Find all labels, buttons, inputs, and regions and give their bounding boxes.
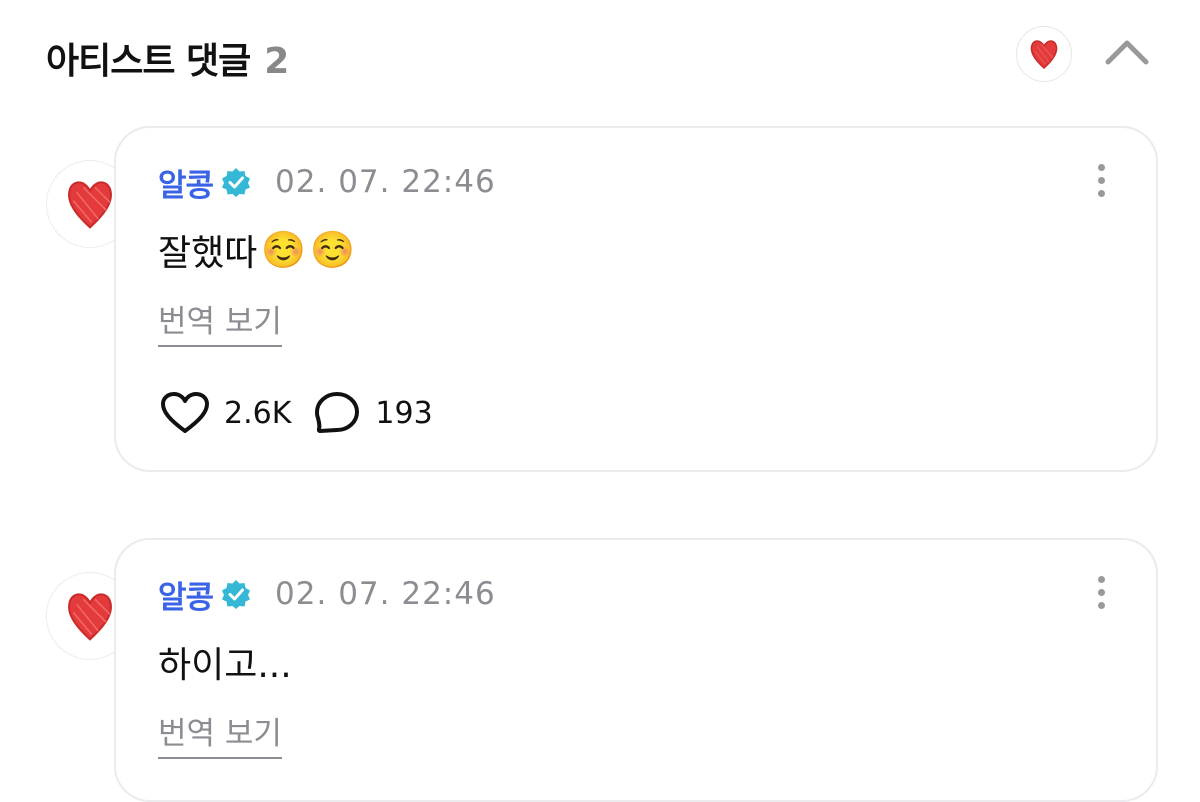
comment-meta: 알콩 02. 07. 22:46: [158, 160, 496, 205]
heart-avatar-icon: [68, 593, 112, 641]
artist-avatar-button[interactable]: [1016, 26, 1072, 82]
heart-avatar-icon: [1030, 40, 1058, 70]
verified-badge-icon: [222, 580, 251, 609]
reply-button[interactable]: 193: [315, 391, 433, 435]
section-title: 아티스트 댓글 2: [46, 32, 289, 84]
artist-comments-header: 아티스트 댓글 2: [46, 26, 1156, 86]
like-button[interactable]: 2.6K: [160, 391, 291, 435]
comment-card: 알콩 02. 07. 22:46 잘했따 ☺️ ☺️ 번역 보기 2.6K 19…: [114, 126, 1158, 472]
author-name[interactable]: 알콩: [158, 572, 214, 617]
translate-link[interactable]: 번역 보기: [158, 296, 282, 347]
comment-timestamp: 02. 07. 22:46: [275, 576, 496, 612]
smiling-emoji: ☺️: [310, 230, 356, 271]
comment-card: 알콩 02. 07. 22:46 하이고... 번역 보기: [114, 538, 1158, 802]
reply-count: 193: [375, 395, 433, 431]
author-name[interactable]: 알콩: [158, 160, 214, 205]
comment-meta: 알콩 02. 07. 22:46: [158, 572, 496, 617]
more-options-button[interactable]: [1094, 576, 1108, 616]
chevron-up-icon[interactable]: [1104, 34, 1150, 70]
comment-timestamp: 02. 07. 22:46: [275, 164, 496, 200]
comment-body: 잘했따 ☺️ ☺️: [158, 224, 355, 276]
more-vertical-icon: [1097, 164, 1105, 171]
like-count: 2.6K: [224, 395, 292, 431]
heart-avatar-icon: [68, 181, 112, 229]
comment-text: 하이고...: [158, 645, 292, 686]
heart-outline-icon: [161, 392, 209, 433]
comment-text: 잘했따: [158, 233, 258, 274]
smiling-emoji: ☺️: [261, 230, 307, 271]
more-vertical-icon: [1097, 576, 1105, 583]
more-options-button[interactable]: [1094, 164, 1108, 204]
comment-count: 2: [264, 41, 289, 82]
translate-link[interactable]: 번역 보기: [158, 708, 282, 759]
speech-bubble-icon: [315, 392, 360, 433]
verified-badge-icon: [222, 168, 251, 197]
comment-body: 하이고...: [158, 636, 292, 688]
section-title-label: 아티스트 댓글: [46, 41, 251, 82]
comment-reactions: 2.6K 193: [160, 390, 457, 436]
